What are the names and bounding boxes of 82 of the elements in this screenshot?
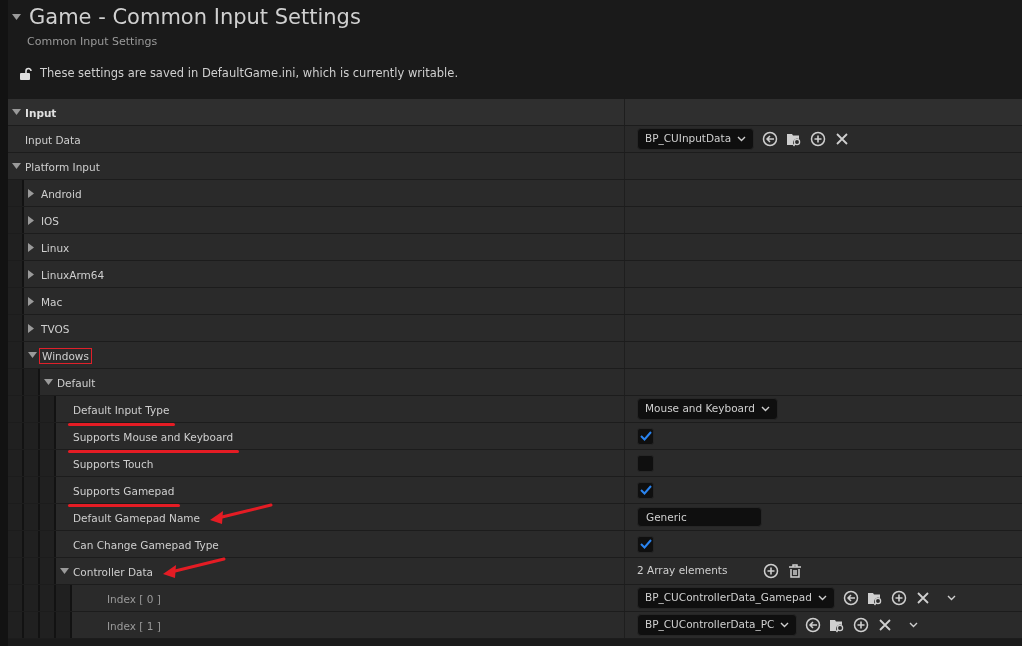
property-label: Default Input Type: [73, 404, 170, 416]
property-label: Mac: [41, 296, 63, 308]
add-element-button[interactable]: [763, 563, 779, 579]
reset-icon: [805, 617, 822, 633]
checkbox[interactable]: [637, 427, 654, 445]
add-button[interactable]: [853, 617, 870, 633]
empty-array-button[interactable]: [787, 563, 803, 579]
clear-button[interactable]: [834, 131, 851, 147]
property-label: Supports Gamepad: [73, 485, 175, 497]
caret-down-icon[interactable]: [44, 379, 53, 385]
browse-icon: [786, 131, 803, 147]
caret-right-icon[interactable]: [28, 188, 34, 198]
checkbox[interactable]: [637, 535, 654, 553]
checkbox[interactable]: [637, 481, 654, 499]
property-label: LinuxArm64: [41, 269, 105, 281]
chevron-down-icon: [946, 595, 956, 601]
property-label: Platform Input: [25, 161, 100, 173]
chevron-down-icon: [760, 406, 770, 412]
chevron-down-icon: [909, 622, 919, 628]
add-icon: [853, 617, 870, 633]
clear-button[interactable]: [914, 590, 931, 606]
reset-icon: [762, 131, 779, 147]
browse-icon: [829, 617, 846, 633]
reset-icon: [842, 590, 859, 606]
caret-right-icon[interactable]: [28, 296, 34, 306]
add-icon: [890, 590, 907, 606]
asset-picker[interactable]: BP_CUInputData: [637, 128, 755, 150]
caret-down-icon[interactable]: [60, 568, 69, 574]
clear-icon: [914, 590, 931, 606]
caret-down-icon[interactable]: [12, 109, 21, 115]
caret-right-icon[interactable]: [28, 323, 34, 333]
caret-right-icon[interactable]: [28, 269, 34, 279]
category-label: Input: [25, 107, 57, 119]
property-label: Controller Data: [73, 566, 154, 578]
caret-right-icon[interactable]: [28, 215, 34, 225]
chevron-down-icon: [737, 136, 747, 142]
clear-icon: [834, 131, 851, 147]
property-label: Input Data: [25, 134, 81, 146]
chevron-down-icon: [817, 595, 827, 601]
chevron-down-icon: [780, 622, 790, 628]
property-label: Supports Touch: [73, 458, 154, 470]
browse-button[interactable]: [829, 617, 846, 633]
element-count: 2 Array elements: [637, 563, 729, 579]
options-button[interactable]: [946, 595, 956, 601]
section-subtitle: Common Input Settings: [26, 34, 159, 50]
options-button[interactable]: [909, 622, 919, 628]
browse-button[interactable]: [866, 590, 883, 606]
config-notice: These settings are saved in DefaultGame.ini, which is currently writable.: [40, 64, 459, 82]
property-label: IOS: [41, 215, 60, 227]
browse-button[interactable]: [786, 131, 803, 147]
index-label: Index [ 1 ]: [106, 620, 161, 632]
property-label: Linux: [41, 242, 70, 254]
reset-button[interactable]: [762, 131, 779, 147]
asset-picker[interactable]: BP_CUControllerData_PC: [637, 614, 798, 636]
index-label: Index [ 0 ]: [106, 593, 161, 605]
caret-down-icon[interactable]: [12, 163, 21, 169]
page-title: Game - Common Input Settings: [29, 4, 361, 30]
caret-down-icon[interactable]: [28, 352, 37, 358]
reset-button[interactable]: [842, 590, 859, 606]
property-label: Windows: [41, 350, 90, 362]
add-element-icon: [763, 563, 779, 579]
clear-icon: [877, 617, 894, 633]
property-label: TVOS: [41, 323, 70, 335]
caret-right-icon[interactable]: [28, 242, 34, 252]
caret-down-icon[interactable]: [12, 14, 21, 20]
add-button[interactable]: [810, 131, 827, 147]
unlocked-padlock-icon: [20, 66, 32, 80]
browse-icon: [866, 590, 883, 606]
clear-button[interactable]: [877, 617, 894, 633]
property-label: Can Change Gamepad Type: [73, 539, 219, 551]
property-label: Default Gamepad Name: [73, 512, 201, 524]
property-label: Default: [57, 377, 96, 389]
add-icon: [810, 131, 827, 147]
asset-picker[interactable]: BP_CUControllerData_Gamepad: [637, 587, 835, 609]
reset-button[interactable]: [805, 617, 822, 633]
text-field[interactable]: Generic: [637, 507, 762, 527]
empty-array-icon: [787, 563, 803, 579]
property-label: Supports Mouse and Keyboard: [73, 431, 234, 443]
add-button[interactable]: [890, 590, 907, 606]
property-label: Android: [41, 188, 82, 200]
checkbox[interactable]: [637, 454, 654, 472]
dropdown[interactable]: Mouse and Keyboard: [637, 398, 778, 420]
